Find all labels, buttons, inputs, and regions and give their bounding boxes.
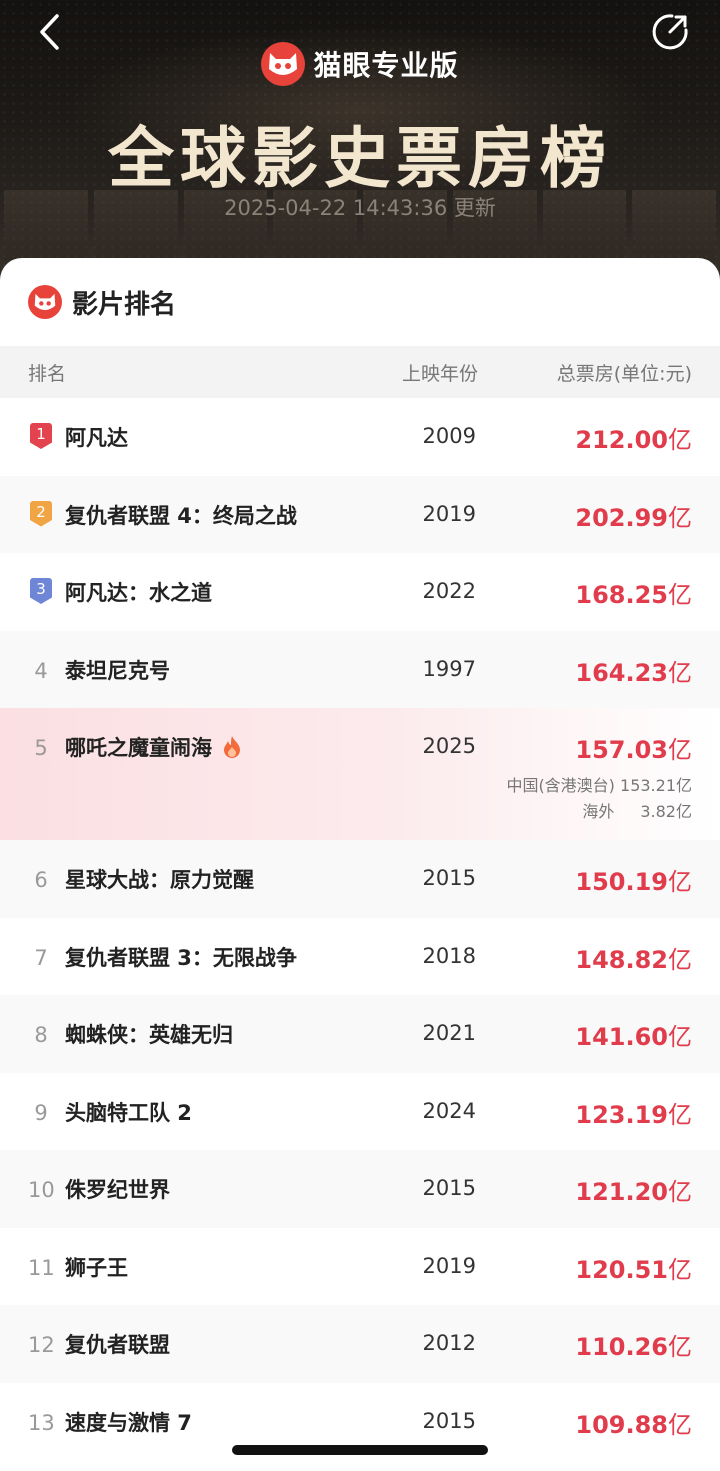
release-year: 2012 <box>422 1331 476 1355</box>
box-unit: 亿 <box>668 1178 692 1206</box>
release-year: 2015 <box>422 1408 476 1433</box>
box-office: 168.25 <box>575 581 668 609</box>
column-rank: 排名 <box>28 362 67 385</box>
column-year: 上映年份 <box>401 362 478 385</box>
release-year: 2015 <box>422 866 476 890</box>
ranking-card: 影片排名 排名 上映年份 总票房(单位:元) 1 阿凡达 2009 212.00… <box>0 258 720 1471</box>
fire-icon <box>224 736 240 758</box>
box-unit: 亿 <box>668 1333 692 1361</box>
box-office: 157.03 <box>575 736 668 764</box>
table-row[interactable]: 9 头脑特工队 2 2024 123.19亿 <box>0 1072 720 1150</box>
rank-number: 12 <box>28 1333 55 1357</box>
rank-badge: 2 <box>30 500 52 527</box>
movie-title: 狮子王 <box>65 1255 128 1280</box>
section-header: 影片排名 <box>0 258 720 346</box>
box-office: 141.60 <box>575 1023 668 1051</box>
box-unit: 亿 <box>668 581 692 609</box>
box-unit: 亿 <box>668 945 692 974</box>
release-year: 2009 <box>422 424 476 448</box>
release-year: 1997 <box>422 656 476 681</box>
movie-title: 复仇者联盟 4：终局之战 <box>65 503 297 528</box>
release-year: 2019 <box>422 501 476 526</box>
table-header: 排名 上映年份 总票房(单位:元) <box>0 346 720 398</box>
maoyan-cat-logo <box>28 285 62 319</box>
overseas-box-office: 3.82亿 <box>640 802 692 821</box>
release-year: 2022 <box>422 579 476 603</box>
release-year: 2025 <box>422 734 476 758</box>
movie-title: 侏罗纪世界 <box>65 1178 170 1202</box>
table-row[interactable]: 8 蜘蛛侠：英雄无归 2021 141.60亿 <box>0 995 720 1073</box>
box-unit: 亿 <box>668 426 692 454</box>
rank-number: 7 <box>34 945 48 970</box>
release-year: 2019 <box>422 1253 476 1278</box>
rank-number: 10 <box>28 1178 55 1202</box>
movie-title: 泰坦尼克号 <box>65 658 170 683</box>
movie-title: 复仇者联盟 3：无限战争 <box>65 945 297 970</box>
release-year: 2015 <box>422 1176 476 1200</box>
movie-title: 头脑特工队 2 <box>65 1100 192 1125</box>
table-row[interactable]: 6 星球大战：原力觉醒 2015 150.19亿 <box>0 840 720 918</box>
table-row-highlighted[interactable]: 5 哪吒之魔童闹海 2025 157.03亿 中国(含港澳台) 153.21亿 … <box>0 708 720 840</box>
rank-number: 9 <box>34 1100 48 1125</box>
box-unit: 亿 <box>668 503 692 532</box>
box-office: 123.19 <box>575 1100 668 1129</box>
brand: 猫眼专业版 <box>0 40 720 88</box>
release-year: 2024 <box>422 1098 476 1123</box>
box-office: 164.23 <box>575 658 668 687</box>
home-indicator[interactable] <box>232 1445 488 1455</box>
movie-title: 哪吒之魔童闹海 <box>65 736 212 760</box>
box-office: 212.00 <box>575 426 668 454</box>
rank-badge: 3 <box>30 578 52 604</box>
box-unit: 亿 <box>668 868 692 896</box>
box-office: 202.99 <box>575 503 668 532</box>
table-row[interactable]: 7 复仇者联盟 3：无限战争 2018 148.82亿 <box>0 917 720 995</box>
movie-title: 蜘蛛侠：英雄无归 <box>65 1023 233 1047</box>
column-box-office: 总票房(单位:元) <box>556 362 692 385</box>
table-row[interactable]: 2 复仇者联盟 4：终局之战 2019 202.99亿 <box>0 475 720 553</box>
movie-title: 星球大战：原力觉醒 <box>65 868 254 892</box>
movie-title: 阿凡达 <box>65 426 128 450</box>
table-row[interactable]: 10 侏罗纪世界 2015 121.20亿 <box>0 1150 720 1228</box>
box-office: 120.51 <box>575 1255 668 1284</box>
overseas-label: 海外 <box>582 802 615 821</box>
table-row[interactable]: 4 泰坦尼克号 1997 164.23亿 <box>0 630 720 708</box>
rank-badge: 1 <box>30 423 52 449</box>
domestic-box-office: 中国(含港澳台) 153.21亿 <box>506 776 692 795</box>
box-office: 109.88 <box>575 1410 668 1439</box>
box-unit: 亿 <box>668 736 692 764</box>
movie-title: 复仇者联盟 <box>65 1333 170 1357</box>
box-office: 121.20 <box>575 1178 668 1206</box>
movie-title: 阿凡达：水之道 <box>65 581 212 605</box>
table-row[interactable]: 3 阿凡达：水之道 2022 168.25亿 <box>0 553 720 631</box>
movie-title: 速度与激情 7 <box>65 1410 192 1435</box>
release-year: 2021 <box>422 1021 476 1045</box>
table-row[interactable]: 11 狮子王 2019 120.51亿 <box>0 1227 720 1305</box>
maoyan-cat-logo <box>261 42 306 86</box>
table-row[interactable]: 1 阿凡达 2009 212.00亿 <box>0 398 720 476</box>
update-time: 2025-04-22 14:43:36 更新 <box>224 196 496 220</box>
page-title: 全球影史票房榜 <box>108 119 612 197</box>
rank-number: 13 <box>28 1410 55 1435</box>
box-unit: 亿 <box>668 1023 692 1051</box>
header-banner: 猫眼专业版 全球影史票房榜 2025-04-22 14:43:36 更新 <box>0 0 720 300</box>
box-unit: 亿 <box>668 1100 692 1129</box>
box-unit: 亿 <box>668 1255 692 1284</box>
table-row[interactable]: 12 复仇者联盟 2012 110.26亿 <box>0 1305 720 1383</box>
box-unit: 亿 <box>668 658 692 687</box>
section-title: 影片排名 <box>72 289 177 320</box>
release-year: 2018 <box>422 943 476 968</box>
rank-number: 5 <box>34 736 48 760</box>
box-office: 150.19 <box>575 868 668 896</box>
box-unit: 亿 <box>668 1410 692 1439</box>
rank-number: 11 <box>28 1255 55 1280</box>
brand-name: 猫眼专业版 <box>313 49 459 82</box>
box-office: 110.26 <box>575 1333 668 1361</box>
box-office: 148.82 <box>575 945 668 974</box>
rank-number: 8 <box>34 1023 48 1047</box>
rank-number: 6 <box>34 868 48 892</box>
rank-number: 4 <box>34 658 48 683</box>
